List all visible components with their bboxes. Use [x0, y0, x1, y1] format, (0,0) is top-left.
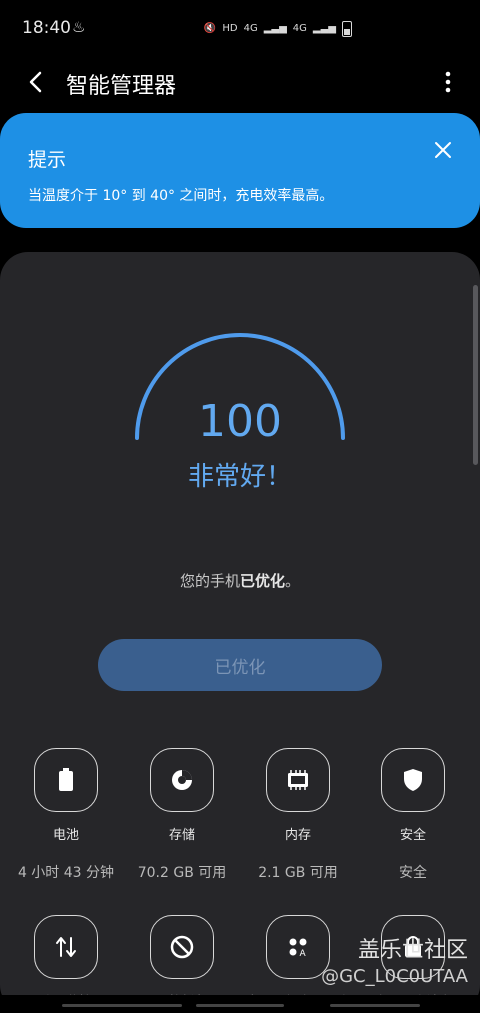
status-time: 18:40: [22, 18, 71, 38]
watermark-user: @GC_L0C0UTAA: [321, 966, 468, 987]
nav-home-button[interactable]: [196, 1004, 284, 1007]
back-button[interactable]: [22, 68, 50, 96]
feature-battery[interactable]: 电池: [11, 748, 121, 843]
optimization-message: 您的手机已优化。: [0, 570, 480, 591]
tip-close-button[interactable]: [432, 139, 454, 161]
battery-status-icon: [342, 21, 352, 37]
feature-label-memory: 内存: [284, 828, 311, 843]
feature-security[interactable]: 安全: [358, 748, 468, 843]
status-icons: 🔇 HD 4G ▂▃▅ 4G ▂▃▅: [204, 20, 352, 38]
close-icon: [435, 142, 451, 158]
tip-card: 提示 当温度介于 10° 到 40° 之间时，充电效率最高。: [0, 113, 480, 228]
battery-icon: [34, 748, 98, 812]
watermark-community: 盖乐世社区: [357, 938, 468, 963]
device-score: 100: [198, 396, 282, 447]
signal-icon-2: ▂▃▅: [312, 23, 336, 34]
mute-icon: 🔇: [203, 23, 217, 34]
notification-icon: ♨: [72, 18, 86, 36]
optimization-message-suffix: 。: [285, 572, 301, 590]
storage-pie-icon: [150, 748, 214, 812]
network-type-1: 4G: [243, 23, 258, 34]
security-value: 安全: [399, 865, 427, 881]
page-title: 智能管理器: [66, 74, 177, 99]
shield-icon: [381, 748, 445, 812]
device-rating: 非常好！: [187, 462, 292, 492]
back-arrow-icon: [29, 71, 42, 93]
feature-label-battery: 电池: [52, 828, 79, 843]
status-bar: 18:40 ♨ 🔇 HD 4G ▂▃▅ 4G ▂▃▅: [0, 0, 480, 58]
navigation-bar: [0, 995, 480, 1013]
optimization-message-status: 已优化: [239, 572, 285, 590]
feature-storage[interactable]: 存储: [127, 748, 237, 843]
feature-memory[interactable]: 内存: [243, 748, 353, 843]
more-vert-icon: [445, 71, 451, 93]
svg-text:A: A: [300, 949, 307, 959]
app-bar: 智能管理器: [0, 58, 480, 106]
more-options-button[interactable]: [438, 68, 458, 96]
signal-icon-1: ▂▃▅: [263, 23, 287, 34]
network-type-2: 4G: [292, 23, 307, 34]
optimization-message-prefix: 您的手机: [179, 572, 240, 590]
optimize-button[interactable]: 已优化: [98, 639, 382, 691]
tip-text: 当温度介于 10° 到 40° 之间时，充电效率最高。: [28, 188, 334, 204]
block-icon: [150, 915, 214, 979]
memory-chip-icon: [266, 748, 330, 812]
tip-title: 提示: [28, 149, 67, 171]
data-transfer-icon: [34, 915, 98, 979]
feature-label-storage: 存储: [168, 828, 195, 843]
nav-back-button[interactable]: [330, 1004, 420, 1007]
hd-label: HD: [222, 23, 238, 34]
nav-recents-button[interactable]: [62, 1004, 182, 1007]
feature-label-security: 安全: [399, 828, 426, 843]
